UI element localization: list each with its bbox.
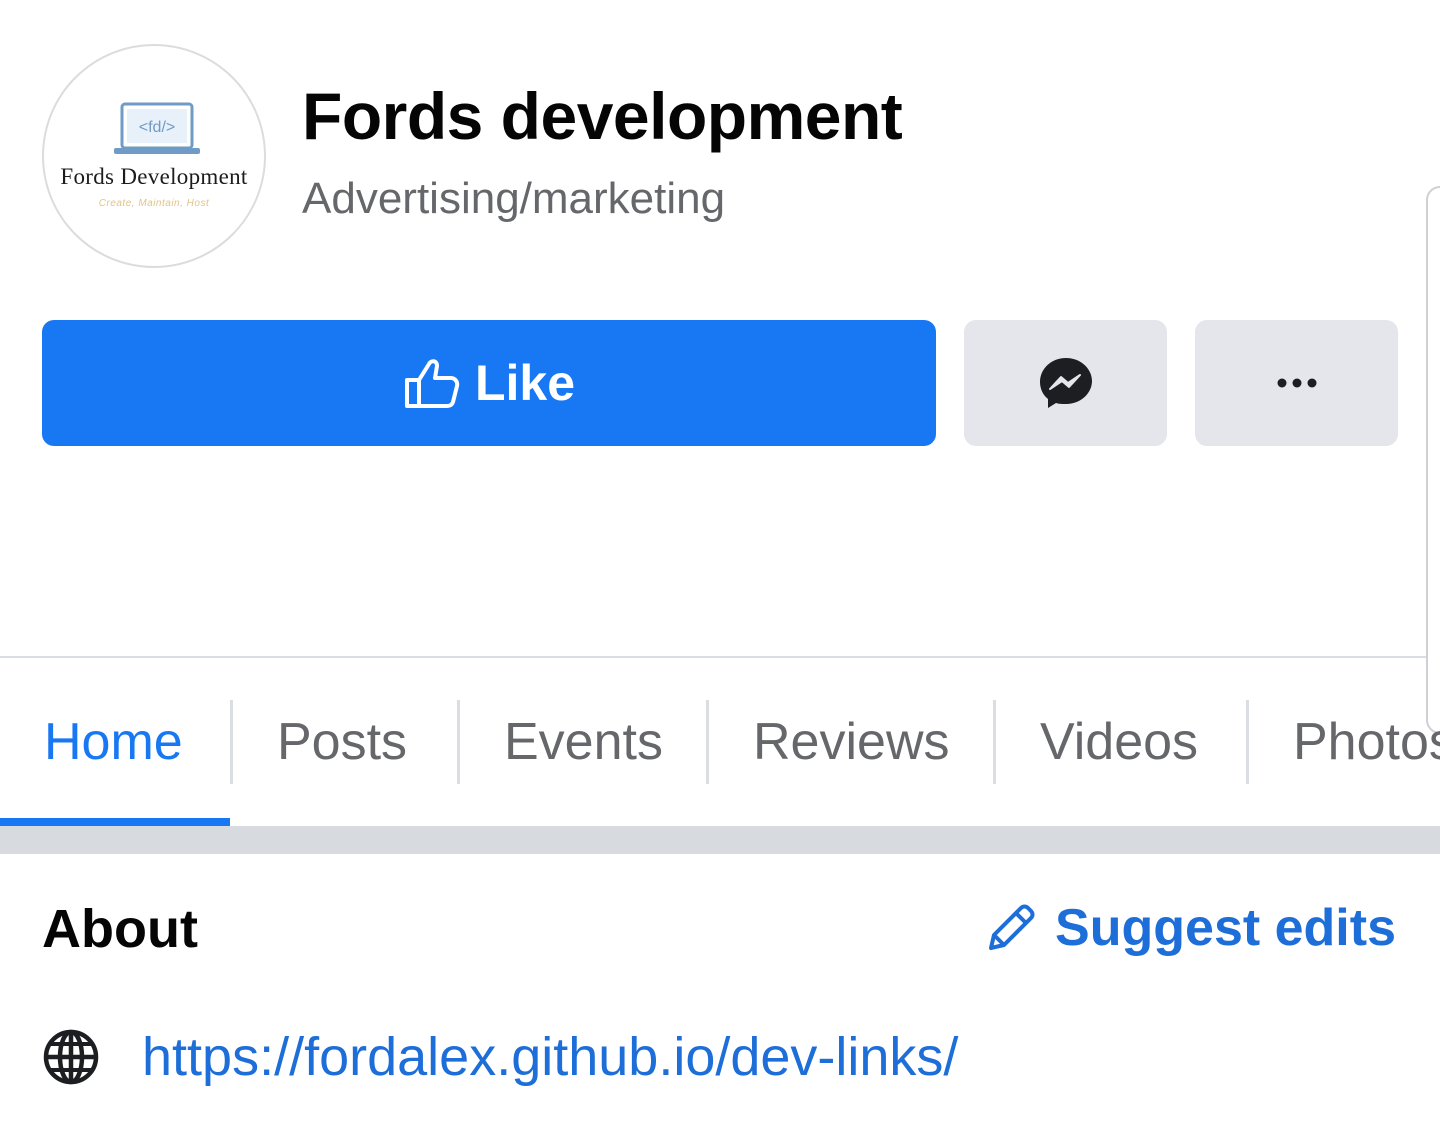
avatar-tagline-text: Create, Maintain, Host	[98, 198, 210, 209]
tab-divider	[1246, 700, 1249, 784]
suggest-edits-button[interactable]: Suggest edits	[985, 898, 1396, 958]
tab-divider	[706, 700, 709, 784]
tab-photos[interactable]: Photos	[1293, 658, 1440, 826]
about-heading: About	[42, 899, 198, 959]
tab-posts[interactable]: Posts	[277, 658, 407, 826]
page-avatar[interactable]: <fd/> Fords Development Create, Maintain…	[42, 44, 266, 268]
suggest-edits-label: Suggest edits	[1055, 899, 1396, 957]
section-separator	[0, 826, 1440, 854]
messenger-icon	[1039, 358, 1092, 408]
tab-videos[interactable]: Videos	[1040, 658, 1198, 826]
tab-divider	[457, 700, 460, 784]
messenger-button[interactable]	[964, 320, 1167, 446]
website-row: https://fordalex.github.io/dev-links/	[42, 1026, 958, 1088]
avatar-brand-text: Fords Development	[60, 164, 248, 189]
tab-divider	[993, 700, 996, 784]
page-title: Fords development	[302, 79, 903, 153]
tab-reviews[interactable]: Reviews	[753, 658, 950, 826]
like-label: Like	[474, 355, 576, 411]
more-icon	[1277, 378, 1316, 388]
page-root: <fd/> Fords Development Create, Maintain…	[0, 0, 1440, 1136]
website-link[interactable]: https://fordalex.github.io/dev-links/	[142, 1026, 958, 1088]
tab-divider	[230, 700, 233, 784]
tab-home[interactable]: Home	[44, 658, 183, 826]
page-category: Advertising/marketing	[302, 174, 726, 223]
active-tab-indicator	[0, 818, 230, 826]
logo-code-text: <fd/>	[139, 119, 175, 136]
side-panel-edge	[1426, 186, 1440, 734]
like-button[interactable]: Like	[42, 320, 936, 446]
pencil-icon	[989, 904, 1035, 950]
tab-events[interactable]: Events	[504, 658, 663, 826]
thumbs-up-icon	[404, 359, 460, 408]
more-options-button[interactable]	[1195, 320, 1398, 446]
page-tabs: Home Posts Events Reviews Videos Photos	[0, 658, 1440, 826]
globe-icon	[43, 1029, 99, 1085]
laptop-logo-icon: <fd/>	[114, 102, 200, 154]
